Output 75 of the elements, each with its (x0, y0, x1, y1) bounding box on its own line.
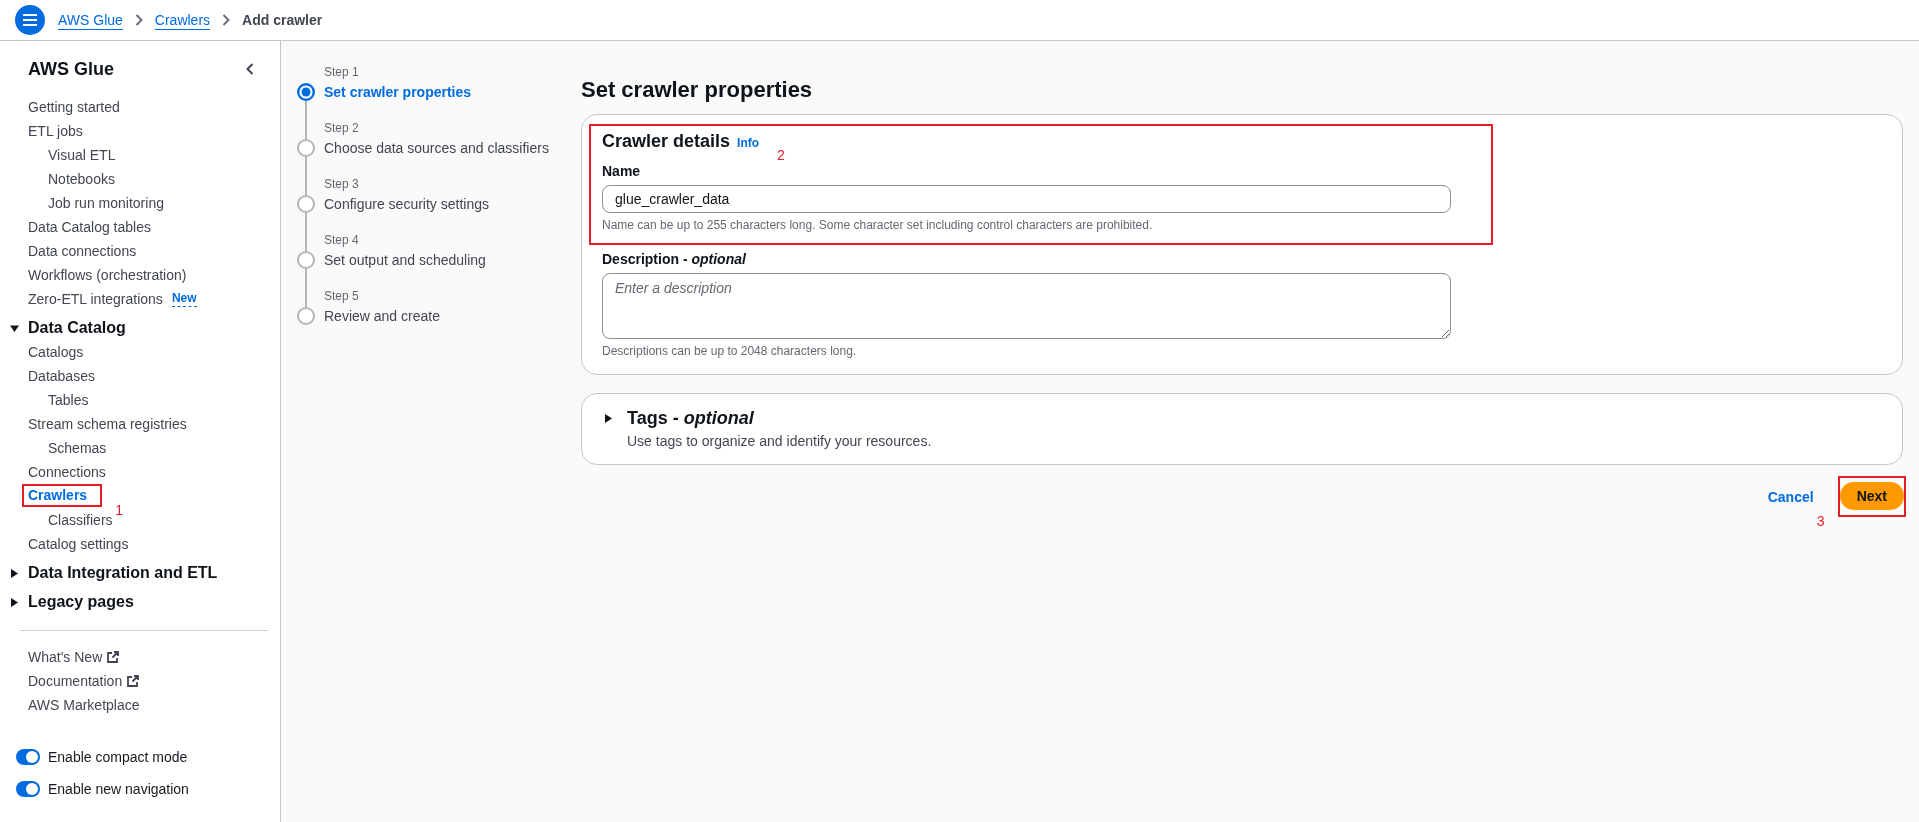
nav-link[interactable]: Data connections (28, 239, 137, 263)
section-toggle[interactable]: Data Catalog (10, 316, 126, 340)
toggle-switch[interactable] (16, 749, 40, 765)
caret-down-icon (10, 323, 19, 333)
next-button[interactable]: Next (1839, 482, 1904, 510)
nav-link[interactable]: Tables (48, 388, 89, 412)
page-title: Set crawler properties (581, 76, 813, 104)
name-input[interactable]: glue_crawler_data (602, 185, 1451, 213)
step-connector-line (305, 213, 307, 251)
external-link-icon (107, 651, 120, 663)
chevron-right-icon (222, 14, 231, 26)
nav-link[interactable]: What's New (28, 646, 120, 668)
nav-link[interactable]: Stream schema registries (28, 412, 187, 436)
nav-link[interactable]: Crawlers (28, 486, 88, 505)
nav-link[interactable]: Classifiers (48, 508, 113, 532)
section-toggle[interactable]: Data Integration and ETL (10, 561, 218, 585)
new-badge: New (171, 291, 197, 307)
chevron-left-icon (246, 63, 254, 75)
step-title: Set output and scheduling (324, 251, 486, 270)
step-number-label: Step 1 (324, 64, 360, 80)
nav-link[interactable]: ETL jobs (28, 119, 83, 143)
nav-link[interactable]: Documentation (28, 670, 140, 692)
section-heading: Crawler details (602, 130, 731, 152)
section-toggle[interactable]: Legacy pages (10, 590, 134, 614)
nav-link[interactable]: Job run monitoring (48, 191, 164, 215)
step-number-label: Step 4 (324, 232, 360, 248)
nav-link[interactable]: Catalog settings (28, 532, 129, 556)
chevron-right-icon (134, 14, 143, 26)
field-hint: Descriptions can be up to 2048 characters long. (602, 343, 857, 359)
nav-link[interactable]: Catalogs (28, 340, 84, 364)
nav-link[interactable]: AWS Marketplace (28, 694, 140, 716)
field-label: Description - optional (602, 250, 746, 268)
nav-link[interactable]: Zero-ETL integrations (28, 287, 163, 311)
step-connector-line (305, 269, 307, 307)
step-title: Review and create (324, 307, 440, 326)
tags-expand-button[interactable]: Tags - optional (604, 407, 754, 429)
caret-right-icon (10, 568, 19, 578)
step-title: Set crawler properties (324, 83, 472, 102)
nav-link[interactable]: Databases (28, 364, 95, 388)
step-title: Choose data sources and classifiers (324, 139, 549, 158)
section-description: Use tags to organize and identify your resources. (627, 432, 932, 450)
step-number-label: Step 5 (324, 288, 360, 304)
toggle-label: Enable compact mode (48, 747, 188, 767)
step-connector-line (305, 101, 307, 139)
side-navigation-title: AWS Glue (28, 58, 114, 80)
nav-link[interactable]: Workflows (orchestration) (28, 263, 187, 287)
external-link-icon (127, 675, 140, 687)
nav-link[interactable]: Connections (28, 460, 106, 484)
toggle-label: Enable new navigation (48, 779, 189, 799)
toggle-switch[interactable] (16, 781, 40, 797)
nav-link[interactable]: Schemas (48, 436, 107, 460)
step-title: Configure security settings (324, 195, 489, 214)
step-connector-line (305, 157, 307, 195)
nav-link[interactable]: Visual ETL (48, 143, 116, 167)
nav-link[interactable]: Getting started (28, 95, 120, 119)
step-number-label: Step 2 (324, 120, 360, 136)
annotation-number: 3 (1816, 513, 1825, 529)
field-hint: Name can be up to 255 characters long. Some character set including control characters are prohibited. (602, 217, 1153, 233)
field-label: Name (602, 162, 641, 180)
menu-icon (23, 14, 37, 26)
caret-right-icon (10, 597, 19, 607)
caret-right-icon (604, 413, 613, 423)
cancel-button[interactable]: Cancel (1767, 487, 1814, 506)
nav-link[interactable]: Notebooks (48, 167, 115, 191)
collapse-button[interactable] (246, 63, 254, 75)
info-link[interactable]: Info (737, 135, 760, 151)
nav-link[interactable]: Data Catalog tables (28, 215, 151, 239)
step-number-label: Step 3 (324, 176, 360, 192)
description-textarea[interactable]: Enter a description (602, 273, 1451, 339)
breadcrumb-link[interactable]: Crawlers (154, 10, 211, 30)
menu-button[interactable] (15, 5, 45, 35)
annotation-number: 1 (115, 502, 123, 518)
annotation-number: 2 (777, 147, 785, 163)
breadcrumb-current: Add crawler (242, 11, 323, 30)
breadcrumb-link[interactable]: AWS Glue (58, 10, 123, 30)
